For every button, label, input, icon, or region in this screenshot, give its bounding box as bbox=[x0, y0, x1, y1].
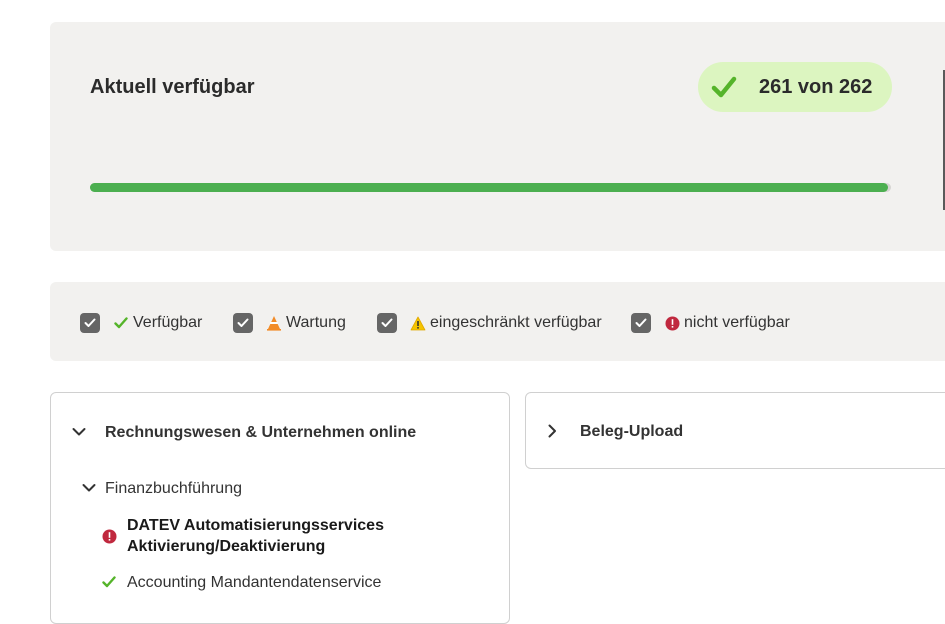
availability-count-badge: 261 von 262 bbox=[698, 62, 892, 112]
warning-icon bbox=[410, 315, 426, 331]
availability-count: 261 von 262 bbox=[759, 76, 873, 98]
filter-verfuegbar[interactable]: Verfügbar bbox=[80, 313, 202, 333]
status-filter-bar: Verfügbar Wartung eingeschränkt verfügba… bbox=[50, 282, 945, 361]
availability-progress-bar bbox=[90, 183, 891, 192]
chevron-down-icon[interactable] bbox=[82, 483, 96, 493]
service-group-card-beleg: Beleg-Upload bbox=[525, 392, 945, 469]
error-icon bbox=[102, 529, 117, 544]
subgroup-finanzbuchfuehrung[interactable]: Finanzbuchführung bbox=[105, 480, 242, 498]
traffic-cone-icon bbox=[266, 315, 282, 331]
service-name-line1: DATEV Automatisierungsservices bbox=[127, 517, 384, 534]
filter-checkbox[interactable] bbox=[233, 313, 253, 333]
filter-checkbox[interactable] bbox=[631, 313, 651, 333]
check-icon bbox=[711, 76, 737, 98]
availability-summary-card: Aktuell verfügbar 261 von 262 bbox=[50, 22, 945, 251]
service-accounting-mandantendatenservice[interactable]: Accounting Mandantendatenservice bbox=[127, 574, 381, 592]
chevron-down-icon[interactable] bbox=[72, 427, 86, 437]
filter-label: Verfügbar bbox=[133, 314, 203, 331]
group-beleg-upload[interactable]: Beleg-Upload bbox=[580, 423, 683, 441]
filter-label: Wartung bbox=[286, 314, 346, 331]
service-datev-automatisierungsservices[interactable]: DATEV Automatisierungsservices Aktivieru… bbox=[127, 515, 384, 557]
filter-checkbox[interactable] bbox=[377, 313, 397, 333]
filter-wartung[interactable]: Wartung bbox=[233, 313, 346, 333]
group-rechnungswesen[interactable]: Rechnungswesen & Unternehmen online bbox=[105, 424, 416, 442]
filter-label: eingeschränkt verfügbar bbox=[430, 314, 602, 331]
service-name-line2: Aktivierung/Deaktivierung bbox=[127, 538, 326, 555]
green-check-icon bbox=[102, 576, 116, 588]
filter-checkbox[interactable] bbox=[80, 313, 100, 333]
chevron-right-icon[interactable] bbox=[547, 424, 557, 438]
availability-title: Aktuell verfügbar bbox=[90, 76, 255, 98]
filter-eingeschraenkt[interactable]: eingeschränkt verfügbar bbox=[377, 313, 602, 333]
availability-progress-fill bbox=[90, 183, 888, 192]
filter-label: nicht verfügbar bbox=[684, 314, 790, 331]
error-icon bbox=[664, 315, 680, 331]
green-check-icon bbox=[113, 315, 129, 331]
service-group-card: Rechnungswesen & Unternehmen online Fina… bbox=[50, 392, 510, 624]
filter-nicht-verfuegbar[interactable]: nicht verfügbar bbox=[631, 313, 790, 333]
